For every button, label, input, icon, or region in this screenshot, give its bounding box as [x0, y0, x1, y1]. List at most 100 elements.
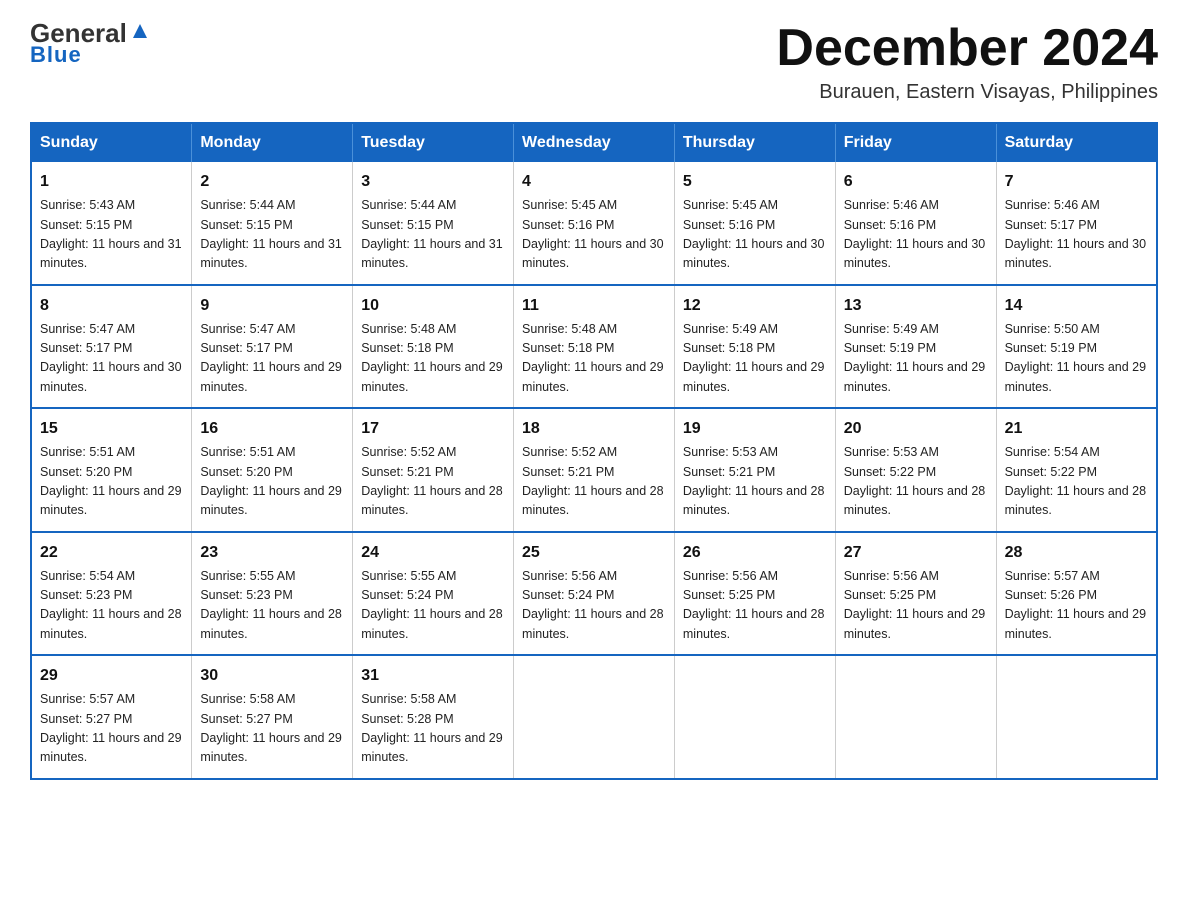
- calendar-cell: 24Sunrise: 5:55 AMSunset: 5:24 PMDayligh…: [353, 532, 514, 656]
- location-title: Burauen, Eastern Visayas, Philippines: [776, 81, 1158, 104]
- day-info: Sunrise: 5:56 AMSunset: 5:25 PMDaylight:…: [844, 567, 988, 645]
- day-number: 12: [683, 294, 827, 318]
- day-number: 19: [683, 417, 827, 441]
- day-number: 27: [844, 541, 988, 565]
- calendar-cell: 19Sunrise: 5:53 AMSunset: 5:21 PMDayligh…: [674, 408, 835, 532]
- calendar-cell: [514, 655, 675, 779]
- day-info: Sunrise: 5:48 AMSunset: 5:18 PMDaylight:…: [361, 320, 505, 398]
- day-info: Sunrise: 5:44 AMSunset: 5:15 PMDaylight:…: [200, 196, 344, 274]
- calendar-cell: 2Sunrise: 5:44 AMSunset: 5:15 PMDaylight…: [192, 162, 353, 285]
- calendar-cell: 26Sunrise: 5:56 AMSunset: 5:25 PMDayligh…: [674, 532, 835, 656]
- day-number: 4: [522, 170, 666, 194]
- day-info: Sunrise: 5:45 AMSunset: 5:16 PMDaylight:…: [522, 196, 666, 274]
- calendar-cell: 30Sunrise: 5:58 AMSunset: 5:27 PMDayligh…: [192, 655, 353, 779]
- day-info: Sunrise: 5:57 AMSunset: 5:27 PMDaylight:…: [40, 690, 183, 768]
- day-info: Sunrise: 5:49 AMSunset: 5:18 PMDaylight:…: [683, 320, 827, 398]
- weekday-header-wednesday: Wednesday: [514, 123, 675, 162]
- calendar-cell: 23Sunrise: 5:55 AMSunset: 5:23 PMDayligh…: [192, 532, 353, 656]
- calendar-cell: 11Sunrise: 5:48 AMSunset: 5:18 PMDayligh…: [514, 285, 675, 409]
- calendar-cell: 20Sunrise: 5:53 AMSunset: 5:22 PMDayligh…: [835, 408, 996, 532]
- calendar-cell: 3Sunrise: 5:44 AMSunset: 5:15 PMDaylight…: [353, 162, 514, 285]
- calendar-cell: 9Sunrise: 5:47 AMSunset: 5:17 PMDaylight…: [192, 285, 353, 409]
- calendar-cell: 13Sunrise: 5:49 AMSunset: 5:19 PMDayligh…: [835, 285, 996, 409]
- day-number: 18: [522, 417, 666, 441]
- calendar-week-row: 15Sunrise: 5:51 AMSunset: 5:20 PMDayligh…: [31, 408, 1157, 532]
- day-number: 24: [361, 541, 505, 565]
- calendar-cell: 8Sunrise: 5:47 AMSunset: 5:17 PMDaylight…: [31, 285, 192, 409]
- day-number: 23: [200, 541, 344, 565]
- weekday-header-saturday: Saturday: [996, 123, 1157, 162]
- logo-blue: Blue: [30, 42, 82, 68]
- day-info: Sunrise: 5:53 AMSunset: 5:22 PMDaylight:…: [844, 443, 988, 521]
- logo-triangle-icon: [129, 20, 151, 42]
- day-number: 10: [361, 294, 505, 318]
- day-number: 25: [522, 541, 666, 565]
- day-number: 11: [522, 294, 666, 318]
- day-info: Sunrise: 5:47 AMSunset: 5:17 PMDaylight:…: [200, 320, 344, 398]
- day-info: Sunrise: 5:52 AMSunset: 5:21 PMDaylight:…: [361, 443, 505, 521]
- calendar-cell: 25Sunrise: 5:56 AMSunset: 5:24 PMDayligh…: [514, 532, 675, 656]
- calendar-cell: 10Sunrise: 5:48 AMSunset: 5:18 PMDayligh…: [353, 285, 514, 409]
- calendar-cell: 21Sunrise: 5:54 AMSunset: 5:22 PMDayligh…: [996, 408, 1157, 532]
- calendar-cell: 22Sunrise: 5:54 AMSunset: 5:23 PMDayligh…: [31, 532, 192, 656]
- day-number: 31: [361, 664, 505, 688]
- day-number: 17: [361, 417, 505, 441]
- day-info: Sunrise: 5:55 AMSunset: 5:23 PMDaylight:…: [200, 567, 344, 645]
- calendar-cell: 1Sunrise: 5:43 AMSunset: 5:15 PMDaylight…: [31, 162, 192, 285]
- calendar-cell: 6Sunrise: 5:46 AMSunset: 5:16 PMDaylight…: [835, 162, 996, 285]
- calendar-cell: 5Sunrise: 5:45 AMSunset: 5:16 PMDaylight…: [674, 162, 835, 285]
- calendar-cell: [835, 655, 996, 779]
- day-info: Sunrise: 5:50 AMSunset: 5:19 PMDaylight:…: [1005, 320, 1148, 398]
- day-info: Sunrise: 5:48 AMSunset: 5:18 PMDaylight:…: [522, 320, 666, 398]
- day-number: 28: [1005, 541, 1148, 565]
- calendar-week-row: 1Sunrise: 5:43 AMSunset: 5:15 PMDaylight…: [31, 162, 1157, 285]
- day-info: Sunrise: 5:45 AMSunset: 5:16 PMDaylight:…: [683, 196, 827, 274]
- day-number: 13: [844, 294, 988, 318]
- day-number: 3: [361, 170, 505, 194]
- calendar-cell: [674, 655, 835, 779]
- day-info: Sunrise: 5:56 AMSunset: 5:25 PMDaylight:…: [683, 567, 827, 645]
- day-info: Sunrise: 5:46 AMSunset: 5:17 PMDaylight:…: [1005, 196, 1148, 274]
- calendar-cell: 28Sunrise: 5:57 AMSunset: 5:26 PMDayligh…: [996, 532, 1157, 656]
- day-number: 30: [200, 664, 344, 688]
- weekday-header-thursday: Thursday: [674, 123, 835, 162]
- day-info: Sunrise: 5:43 AMSunset: 5:15 PMDaylight:…: [40, 196, 183, 274]
- day-number: 15: [40, 417, 183, 441]
- day-number: 6: [844, 170, 988, 194]
- day-info: Sunrise: 5:57 AMSunset: 5:26 PMDaylight:…: [1005, 567, 1148, 645]
- calendar-week-row: 29Sunrise: 5:57 AMSunset: 5:27 PMDayligh…: [31, 655, 1157, 779]
- calendar-cell: 18Sunrise: 5:52 AMSunset: 5:21 PMDayligh…: [514, 408, 675, 532]
- day-number: 7: [1005, 170, 1148, 194]
- day-info: Sunrise: 5:58 AMSunset: 5:27 PMDaylight:…: [200, 690, 344, 768]
- day-info: Sunrise: 5:51 AMSunset: 5:20 PMDaylight:…: [200, 443, 344, 521]
- day-number: 14: [1005, 294, 1148, 318]
- day-info: Sunrise: 5:44 AMSunset: 5:15 PMDaylight:…: [361, 196, 505, 274]
- logo: General Blue: [30, 20, 151, 68]
- day-number: 29: [40, 664, 183, 688]
- calendar-table: SundayMondayTuesdayWednesdayThursdayFrid…: [30, 122, 1158, 780]
- calendar-week-row: 8Sunrise: 5:47 AMSunset: 5:17 PMDaylight…: [31, 285, 1157, 409]
- day-info: Sunrise: 5:56 AMSunset: 5:24 PMDaylight:…: [522, 567, 666, 645]
- day-info: Sunrise: 5:58 AMSunset: 5:28 PMDaylight:…: [361, 690, 505, 768]
- calendar-cell: 17Sunrise: 5:52 AMSunset: 5:21 PMDayligh…: [353, 408, 514, 532]
- day-info: Sunrise: 5:47 AMSunset: 5:17 PMDaylight:…: [40, 320, 183, 398]
- day-number: 22: [40, 541, 183, 565]
- day-number: 5: [683, 170, 827, 194]
- day-number: 20: [844, 417, 988, 441]
- calendar-cell: 16Sunrise: 5:51 AMSunset: 5:20 PMDayligh…: [192, 408, 353, 532]
- calendar-cell: 7Sunrise: 5:46 AMSunset: 5:17 PMDaylight…: [996, 162, 1157, 285]
- day-number: 1: [40, 170, 183, 194]
- day-info: Sunrise: 5:54 AMSunset: 5:23 PMDaylight:…: [40, 567, 183, 645]
- day-info: Sunrise: 5:49 AMSunset: 5:19 PMDaylight:…: [844, 320, 988, 398]
- day-number: 8: [40, 294, 183, 318]
- day-number: 21: [1005, 417, 1148, 441]
- day-info: Sunrise: 5:51 AMSunset: 5:20 PMDaylight:…: [40, 443, 183, 521]
- day-number: 9: [200, 294, 344, 318]
- calendar-cell: 14Sunrise: 5:50 AMSunset: 5:19 PMDayligh…: [996, 285, 1157, 409]
- calendar-cell: 29Sunrise: 5:57 AMSunset: 5:27 PMDayligh…: [31, 655, 192, 779]
- weekday-header-monday: Monday: [192, 123, 353, 162]
- day-info: Sunrise: 5:55 AMSunset: 5:24 PMDaylight:…: [361, 567, 505, 645]
- calendar-cell: 27Sunrise: 5:56 AMSunset: 5:25 PMDayligh…: [835, 532, 996, 656]
- calendar-week-row: 22Sunrise: 5:54 AMSunset: 5:23 PMDayligh…: [31, 532, 1157, 656]
- calendar-cell: 4Sunrise: 5:45 AMSunset: 5:16 PMDaylight…: [514, 162, 675, 285]
